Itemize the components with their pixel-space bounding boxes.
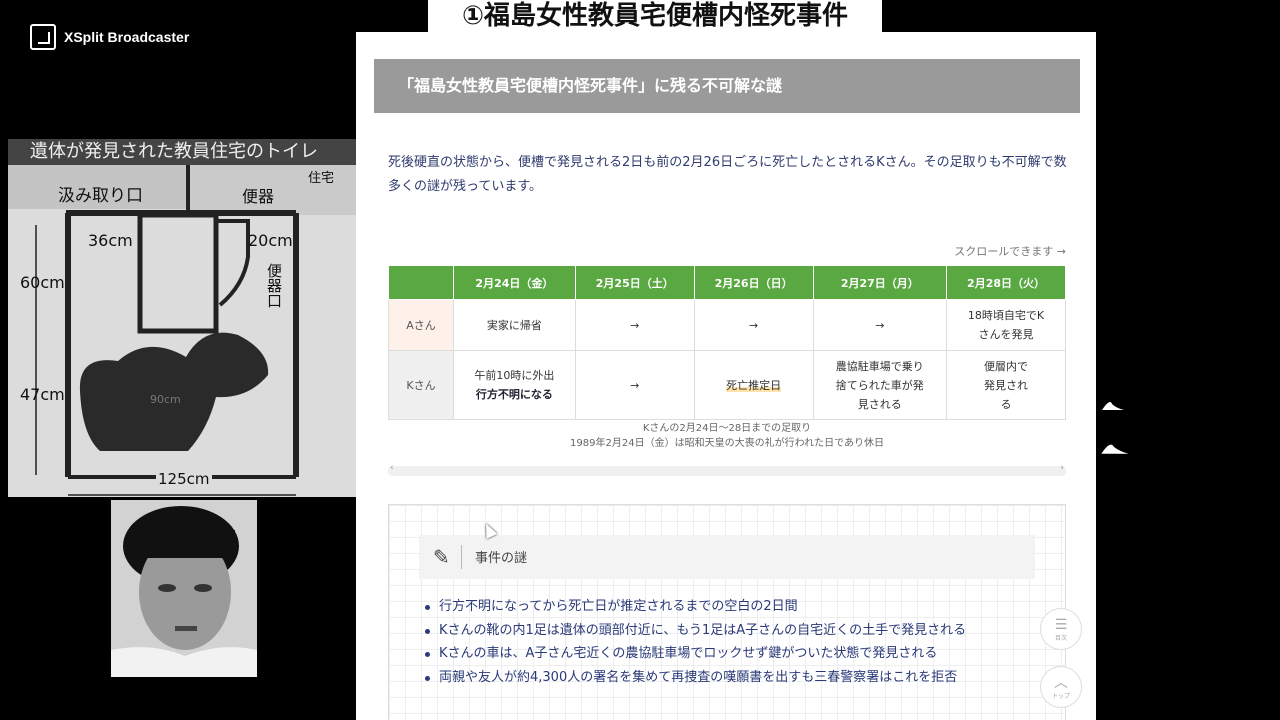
- table-cell: →: [574, 299, 695, 351]
- label-jutaku: 住宅: [308, 171, 335, 186]
- list-icon: ☰: [1054, 617, 1068, 633]
- label-47cm: 47cm: [20, 385, 65, 404]
- cell-text: 18時頃自宅でKさんを発見: [967, 309, 1045, 341]
- caption-line-1: Kさんの2月24日～28日までの足取り: [642, 423, 812, 434]
- broadcast-title: ①福島女性教員宅便槽内怪死事件: [428, 0, 882, 32]
- portrait-drawing: [111, 500, 257, 677]
- mystery-header: ✎ 事件の謎: [419, 535, 1035, 579]
- list-item: 行方不明になってから死亡日が推定されるまでの空白の2日間: [423, 595, 966, 619]
- scroll-hint: スクロールできます →: [954, 245, 1066, 258]
- decorative-swoosh-icon: [1101, 444, 1129, 454]
- table-header-date: 2月26日（日）: [693, 265, 814, 300]
- caption-line-2: 1989年2月24日（金）は昭和天皇の大喪の礼が行われた日であり休日: [570, 438, 884, 449]
- xsplit-watermark: XSplit Broadcaster: [30, 24, 189, 50]
- table-header-date: 2月28日（火）: [946, 265, 1066, 300]
- table-cell: 18時頃自宅でKさんを発見: [946, 299, 1066, 351]
- header-divider: [461, 545, 462, 569]
- label-kumitori: 汲み取り口: [58, 186, 143, 206]
- table-cell: 午前10時に外出 行方不明になる: [453, 350, 576, 420]
- victim-photo: [111, 500, 257, 677]
- table-header-date: 2月25日（土）: [574, 265, 695, 300]
- cell-text: 午前10時に外出: [474, 369, 555, 382]
- highlight-death-date: 死亡推定日: [726, 378, 782, 392]
- timeline-table: 2月24日（金） 2月25日（土） 2月26日（日） 2月27日（月） 2月28…: [388, 265, 1066, 420]
- table-cell: →: [693, 299, 814, 351]
- cell-text: 便層内で発見される: [984, 359, 1029, 411]
- horizontal-scrollbar[interactable]: ‹ ›: [388, 463, 1066, 476]
- label-benki: 便器: [242, 187, 275, 206]
- back-to-top-button[interactable]: ︿ トップ: [1040, 666, 1082, 708]
- table-header-row: 2月24日（金） 2月25日（土） 2月26日（日） 2月27日（月） 2月28…: [388, 265, 1066, 300]
- label-20cm: 20cm: [248, 231, 293, 250]
- floorplan-caption: 遺体が発見された教員住宅のトイレ: [8, 139, 356, 165]
- cell-text: 農協駐車場で乗り捨てられた車が発見される: [835, 359, 924, 411]
- list-item: Kさんの車は、A子さん宅近くの農協駐車場でロックせず鍵がついた状態で発見される: [423, 642, 966, 666]
- label-36cm: 36cm: [88, 231, 133, 250]
- toc-button[interactable]: ☰ 目次: [1040, 608, 1082, 650]
- chevron-up-icon: ︿: [1054, 675, 1068, 691]
- article-page: 「福島女性教員宅便槽内怪死事件」に残る不可解な謎 死後硬直の状態から、便槽で発見…: [356, 32, 1096, 720]
- label-90cm: 90cm: [150, 393, 181, 406]
- top-label: トップ: [1051, 693, 1070, 700]
- intro-paragraph: 死後硬直の状態から、便槽で発見される2日も前の2月26日ごろに死亡したとされるK…: [388, 155, 1067, 194]
- table-cell: 実家に帰省: [453, 299, 576, 351]
- floorplan-drawing: [8, 165, 356, 497]
- toilet-floorplan-image: 遺体が発見された教員住宅のトイレ 汲み取り口 便器 住宅 便器口 36cm 20…: [8, 139, 356, 497]
- cell-text-bold: 行方不明になる: [475, 388, 553, 401]
- scroll-right-icon[interactable]: ›: [1060, 463, 1064, 473]
- table-cell: 死亡推定日: [693, 350, 814, 420]
- table-cell: →: [574, 350, 695, 420]
- mystery-title: 事件の謎: [475, 551, 528, 566]
- row-label-k: Kさん: [388, 350, 454, 420]
- list-item: 両親や友人が約4,300人の署名を集めて再捜査の嘆願書を出すも三春警察署はこれを…: [423, 666, 966, 690]
- table-cell: 便層内で発見される: [946, 350, 1066, 420]
- mystery-list: 行方不明になってから死亡日が推定されるまでの空白の2日間 Kさんの靴の内1足は遺…: [423, 595, 966, 689]
- label-benki-vertical: 便器口: [265, 263, 283, 308]
- label-60cm: 60cm: [20, 273, 65, 292]
- decorative-swoosh-icon: [1102, 402, 1124, 410]
- table-cell: 農協駐車場で乗り捨てられた車が発見される: [812, 350, 948, 420]
- section-heading: 「福島女性教員宅便槽内怪死事件」に残る不可解な謎: [374, 59, 1080, 113]
- toc-label: 目次: [1054, 635, 1067, 642]
- table-header-date: 2月24日（金）: [453, 265, 576, 300]
- pen-icon: ✎: [433, 545, 450, 569]
- table-header-date: 2月27日（月）: [812, 265, 948, 300]
- table-cell: →: [812, 299, 948, 351]
- table-header-corner: [388, 265, 454, 300]
- row-label-a: Aさん: [388, 299, 454, 351]
- xsplit-app-name: XSplit Broadcaster: [64, 29, 190, 45]
- table-caption: Kさんの2月24日～28日までの足取り 1989年2月24日（金）は昭和天皇の大…: [388, 421, 1066, 451]
- list-item: Kさんの靴の内1足は遺体の頭部付近に、もう1足はA子さんの自宅近くの土手で発見さ…: [423, 619, 966, 643]
- xsplit-logo-icon: [30, 24, 56, 50]
- scroll-left-icon[interactable]: ‹: [390, 463, 394, 473]
- table-row: Aさん 実家に帰省 → → → 18時頃自宅でKさんを発見: [388, 299, 1066, 351]
- label-125cm: 125cm: [156, 470, 212, 488]
- table-row: Kさん 午前10時に外出 行方不明になる → 死亡推定日 農協駐車場で乗り捨てら…: [388, 350, 1066, 420]
